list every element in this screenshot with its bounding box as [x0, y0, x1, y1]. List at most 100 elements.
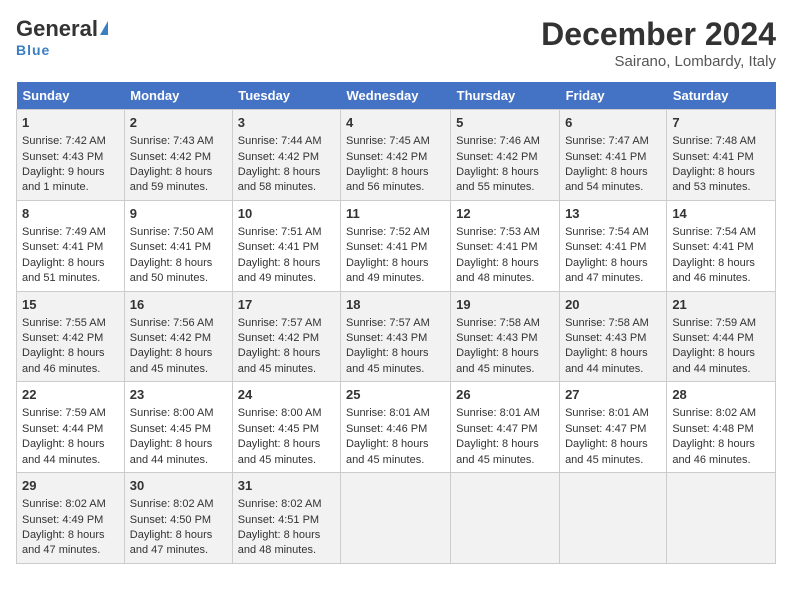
- daylight-minutes-text: and 50 minutes.: [130, 272, 208, 284]
- sunrise-text: Sunrise: 7:53 AM: [456, 226, 540, 238]
- daylight-minutes-text: and 59 minutes.: [130, 181, 208, 193]
- table-row: 27Sunrise: 8:01 AMSunset: 4:47 PMDayligh…: [560, 382, 667, 473]
- daylight-text: Daylight: 8 hours: [346, 166, 429, 178]
- daylight-minutes-text: and 58 minutes.: [238, 181, 316, 193]
- sunrise-text: Sunrise: 7:51 AM: [238, 226, 322, 238]
- table-row: 16Sunrise: 7:56 AMSunset: 4:42 PMDayligh…: [124, 291, 232, 382]
- logo-general: General: [16, 16, 98, 42]
- table-row: 6Sunrise: 7:47 AMSunset: 4:41 PMDaylight…: [560, 110, 667, 201]
- table-row: 22Sunrise: 7:59 AMSunset: 4:44 PMDayligh…: [17, 382, 125, 473]
- table-row: 18Sunrise: 7:57 AMSunset: 4:43 PMDayligh…: [340, 291, 450, 382]
- sunrise-text: Sunrise: 8:01 AM: [456, 407, 540, 419]
- daylight-text: Daylight: 8 hours: [22, 438, 105, 450]
- daylight-text: Daylight: 8 hours: [565, 166, 648, 178]
- daylight-minutes-text: and 1 minute.: [22, 181, 89, 193]
- daylight-minutes-text: and 44 minutes.: [22, 454, 100, 466]
- sunrise-text: Sunrise: 7:55 AM: [22, 317, 106, 329]
- sunrise-text: Sunrise: 8:02 AM: [238, 498, 322, 510]
- day-number: 8: [22, 205, 119, 223]
- sunrise-text: Sunrise: 8:01 AM: [565, 407, 649, 419]
- calendar-week-row: 1Sunrise: 7:42 AMSunset: 4:43 PMDaylight…: [17, 110, 776, 201]
- sunset-text: Sunset: 4:41 PM: [130, 241, 211, 253]
- daylight-minutes-text: and 48 minutes.: [456, 272, 534, 284]
- day-number: 7: [672, 114, 770, 132]
- sunrise-text: Sunrise: 8:02 AM: [22, 498, 106, 510]
- daylight-text: Daylight: 8 hours: [130, 529, 213, 541]
- day-number: 20: [565, 296, 661, 314]
- daylight-text: Daylight: 8 hours: [672, 166, 755, 178]
- sunrise-text: Sunrise: 7:54 AM: [565, 226, 649, 238]
- daylight-minutes-text: and 54 minutes.: [565, 181, 643, 193]
- sunrise-text: Sunrise: 7:44 AM: [238, 135, 322, 147]
- day-number: 31: [238, 477, 335, 495]
- daylight-text: Daylight: 8 hours: [238, 438, 321, 450]
- table-row: [667, 473, 776, 564]
- sunrise-text: Sunrise: 7:56 AM: [130, 317, 214, 329]
- table-row: 2Sunrise: 7:43 AMSunset: 4:42 PMDaylight…: [124, 110, 232, 201]
- daylight-text: Daylight: 8 hours: [672, 257, 755, 269]
- sunrise-text: Sunrise: 7:45 AM: [346, 135, 430, 147]
- daylight-text: Daylight: 8 hours: [672, 438, 755, 450]
- calendar-week-row: 22Sunrise: 7:59 AMSunset: 4:44 PMDayligh…: [17, 382, 776, 473]
- table-row: 11Sunrise: 7:52 AMSunset: 4:41 PMDayligh…: [340, 200, 450, 291]
- table-row: 30Sunrise: 8:02 AMSunset: 4:50 PMDayligh…: [124, 473, 232, 564]
- day-number: 11: [346, 205, 445, 223]
- sunset-text: Sunset: 4:42 PM: [22, 332, 103, 344]
- table-row: 28Sunrise: 8:02 AMSunset: 4:48 PMDayligh…: [667, 382, 776, 473]
- day-number: 23: [130, 386, 227, 404]
- day-number: 13: [565, 205, 661, 223]
- daylight-minutes-text: and 55 minutes.: [456, 181, 534, 193]
- daylight-minutes-text: and 47 minutes.: [565, 272, 643, 284]
- daylight-minutes-text: and 45 minutes.: [238, 363, 316, 375]
- daylight-text: Daylight: 8 hours: [346, 347, 429, 359]
- sunset-text: Sunset: 4:42 PM: [346, 151, 427, 163]
- sunset-text: Sunset: 4:50 PM: [130, 514, 211, 526]
- daylight-text: Daylight: 8 hours: [346, 438, 429, 450]
- sunset-text: Sunset: 4:42 PM: [130, 332, 211, 344]
- day-number: 18: [346, 296, 445, 314]
- daylight-minutes-text: and 45 minutes.: [346, 363, 424, 375]
- sunrise-text: Sunrise: 7:54 AM: [672, 226, 756, 238]
- table-row: [340, 473, 450, 564]
- day-number: 24: [238, 386, 335, 404]
- sunset-text: Sunset: 4:41 PM: [565, 241, 646, 253]
- sunrise-text: Sunrise: 7:42 AM: [22, 135, 106, 147]
- daylight-text: Daylight: 8 hours: [346, 257, 429, 269]
- logo: General Blue: [16, 16, 108, 58]
- sunset-text: Sunset: 4:46 PM: [346, 423, 427, 435]
- daylight-minutes-text: and 45 minutes.: [565, 454, 643, 466]
- col-wednesday: Wednesday: [340, 82, 450, 110]
- sunset-text: Sunset: 4:44 PM: [672, 332, 753, 344]
- daylight-minutes-text: and 45 minutes.: [346, 454, 424, 466]
- day-number: 12: [456, 205, 554, 223]
- daylight-text: Daylight: 8 hours: [456, 166, 539, 178]
- sunrise-text: Sunrise: 8:02 AM: [130, 498, 214, 510]
- daylight-text: Daylight: 8 hours: [456, 438, 539, 450]
- daylight-minutes-text: and 48 minutes.: [238, 544, 316, 556]
- sunset-text: Sunset: 4:43 PM: [456, 332, 537, 344]
- day-number: 27: [565, 386, 661, 404]
- table-row: 29Sunrise: 8:02 AMSunset: 4:49 PMDayligh…: [17, 473, 125, 564]
- col-friday: Friday: [560, 82, 667, 110]
- day-number: 9: [130, 205, 227, 223]
- daylight-text: Daylight: 8 hours: [672, 347, 755, 359]
- sunset-text: Sunset: 4:43 PM: [565, 332, 646, 344]
- daylight-minutes-text: and 44 minutes.: [672, 363, 750, 375]
- sunset-text: Sunset: 4:48 PM: [672, 423, 753, 435]
- logo-triangle-icon: [100, 21, 108, 35]
- table-row: 20Sunrise: 7:58 AMSunset: 4:43 PMDayligh…: [560, 291, 667, 382]
- sunrise-text: Sunrise: 7:59 AM: [672, 317, 756, 329]
- sunrise-text: Sunrise: 8:00 AM: [130, 407, 214, 419]
- sunrise-text: Sunrise: 7:58 AM: [456, 317, 540, 329]
- sunrise-text: Sunrise: 7:49 AM: [22, 226, 106, 238]
- table-row: 17Sunrise: 7:57 AMSunset: 4:42 PMDayligh…: [232, 291, 340, 382]
- calendar-header-row: Sunday Monday Tuesday Wednesday Thursday…: [17, 82, 776, 110]
- table-row: [451, 473, 560, 564]
- sunset-text: Sunset: 4:49 PM: [22, 514, 103, 526]
- logo-blue-text: Blue: [16, 42, 108, 58]
- daylight-minutes-text: and 46 minutes.: [22, 363, 100, 375]
- sunset-text: Sunset: 4:45 PM: [238, 423, 319, 435]
- table-row: 12Sunrise: 7:53 AMSunset: 4:41 PMDayligh…: [451, 200, 560, 291]
- day-number: 22: [22, 386, 119, 404]
- col-tuesday: Tuesday: [232, 82, 340, 110]
